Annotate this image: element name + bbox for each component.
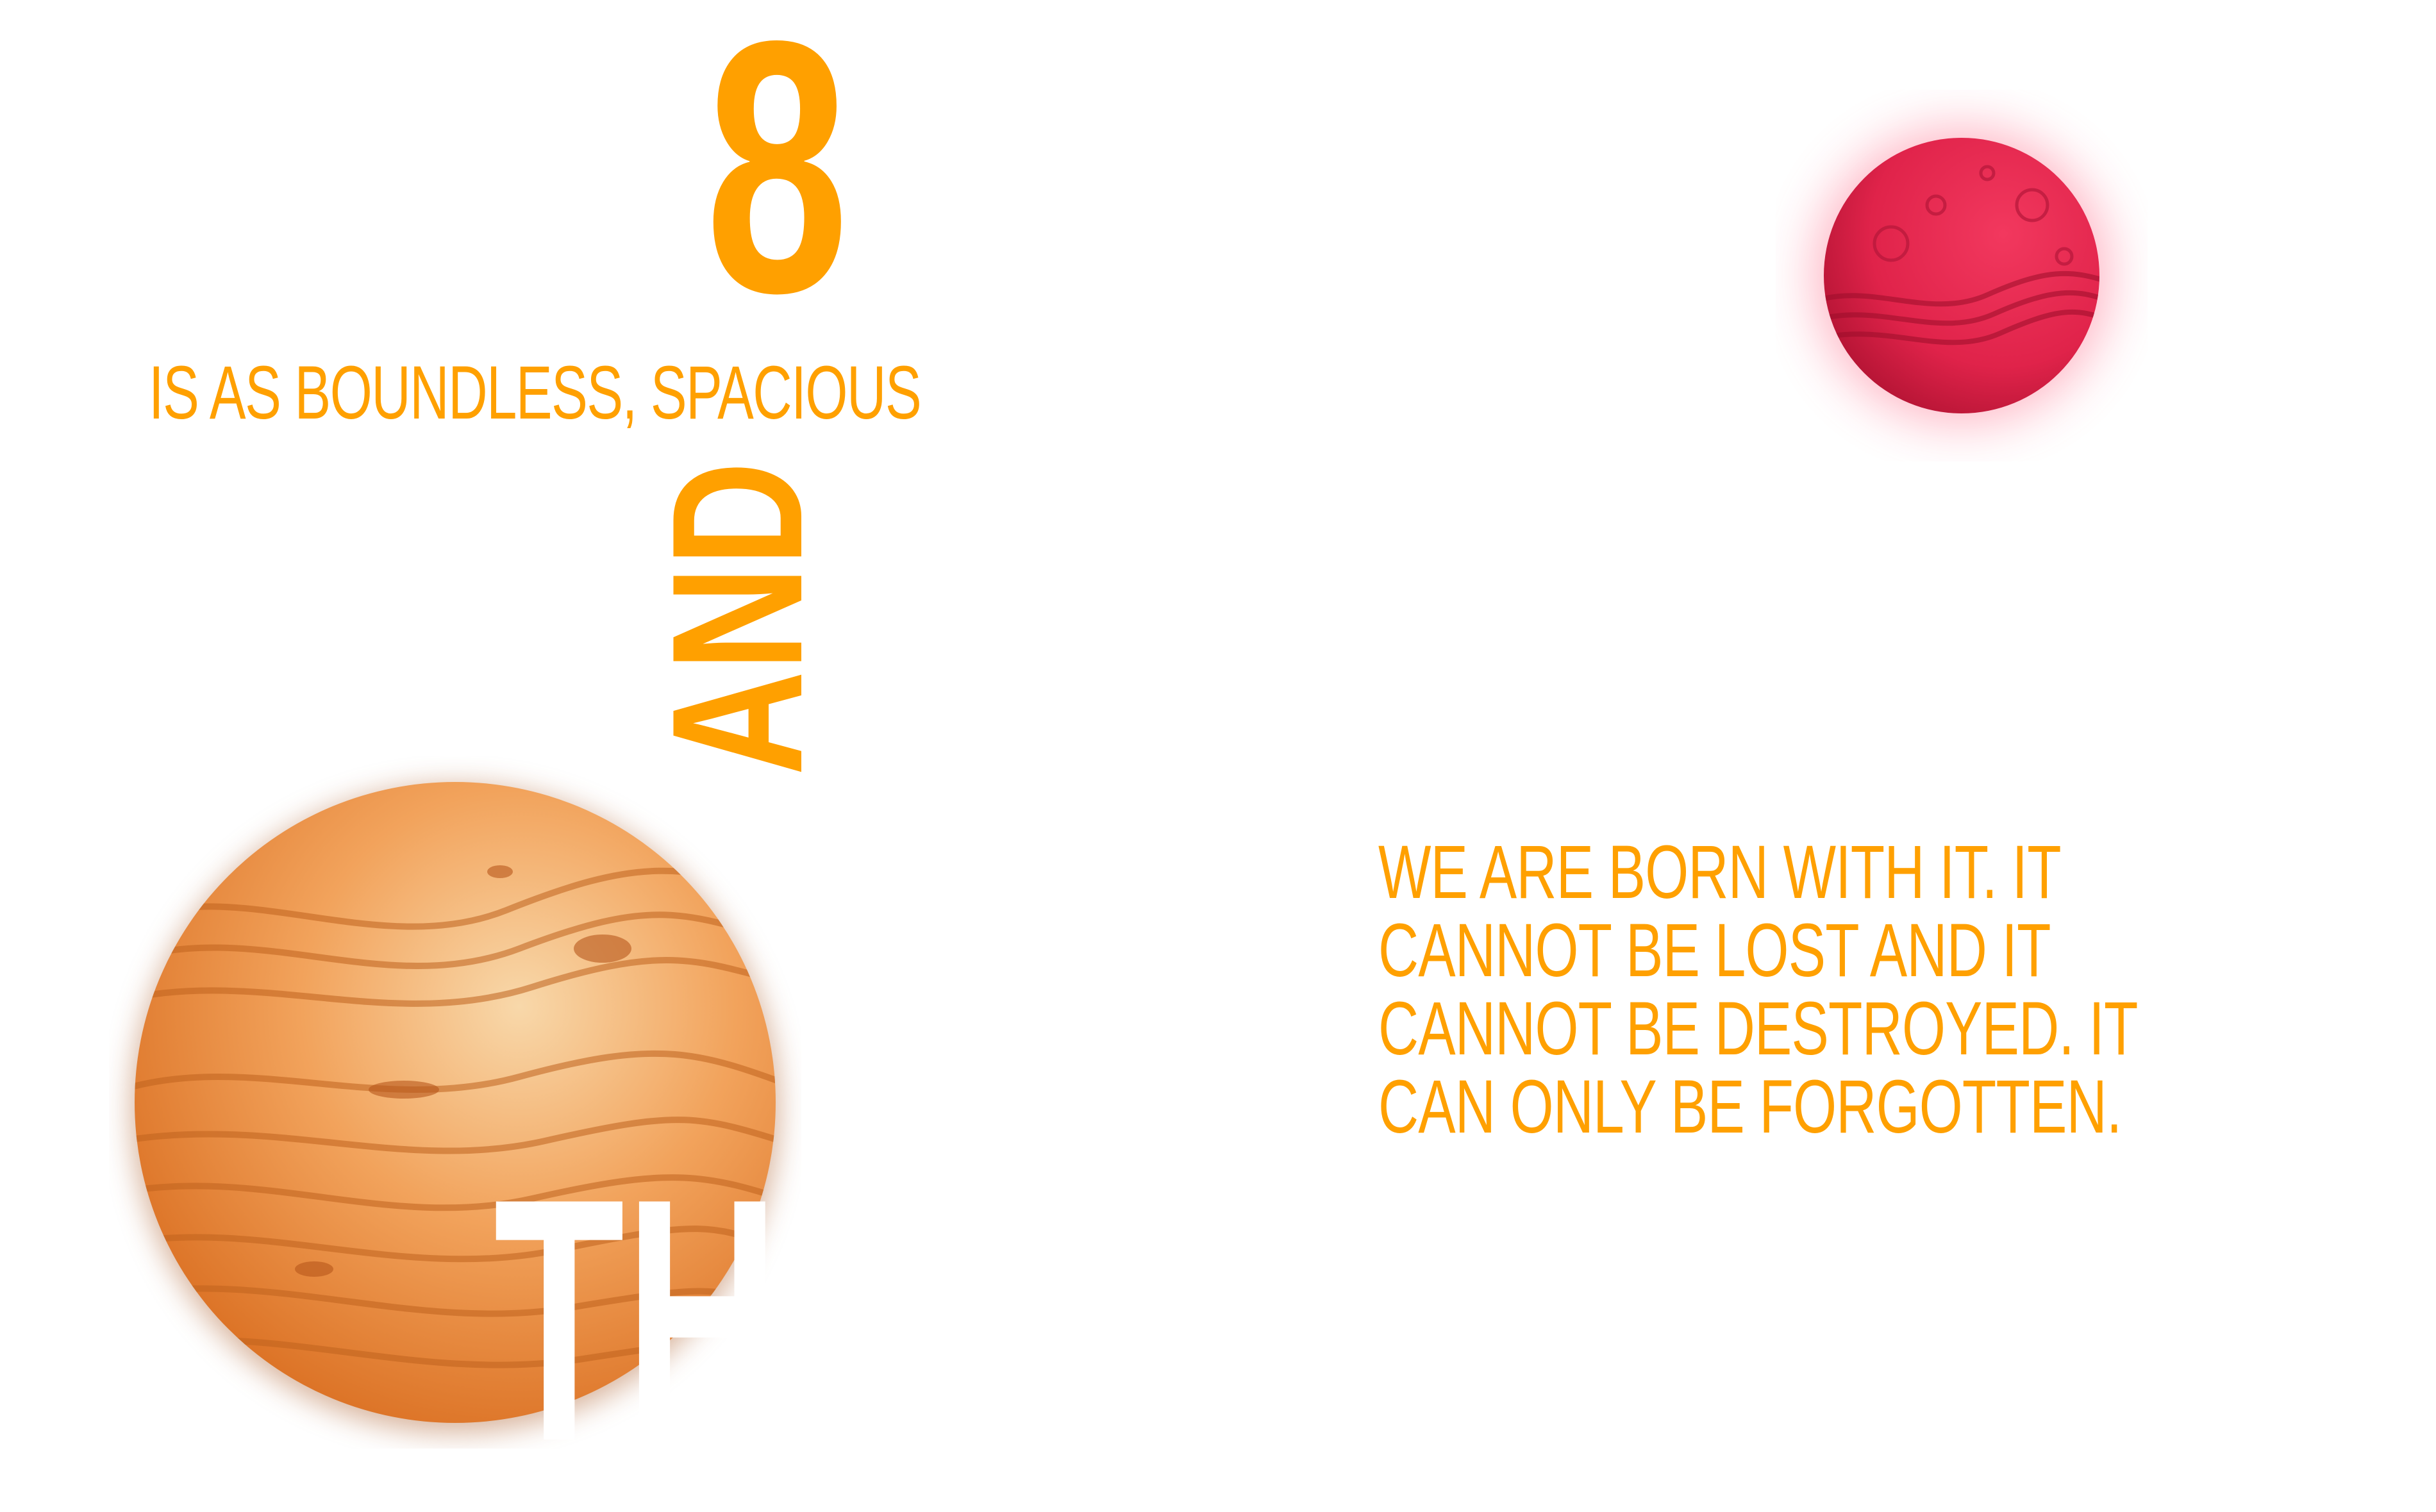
headline-subtitle: IS AS BOUNDLESS, SPACIOUS [149,351,922,435]
quote-text: WE ARE BORN WITH IT. IT CANNOT BE LOST A… [1378,830,2137,1149]
headline-number: 8 [705,0,849,367]
white-mask-panel [846,1141,1295,1512]
red-planet-illustration [1814,128,2109,423]
headline-big-white-word: TH [494,1127,780,1512]
headline-vertical-word: AND [633,461,841,776]
